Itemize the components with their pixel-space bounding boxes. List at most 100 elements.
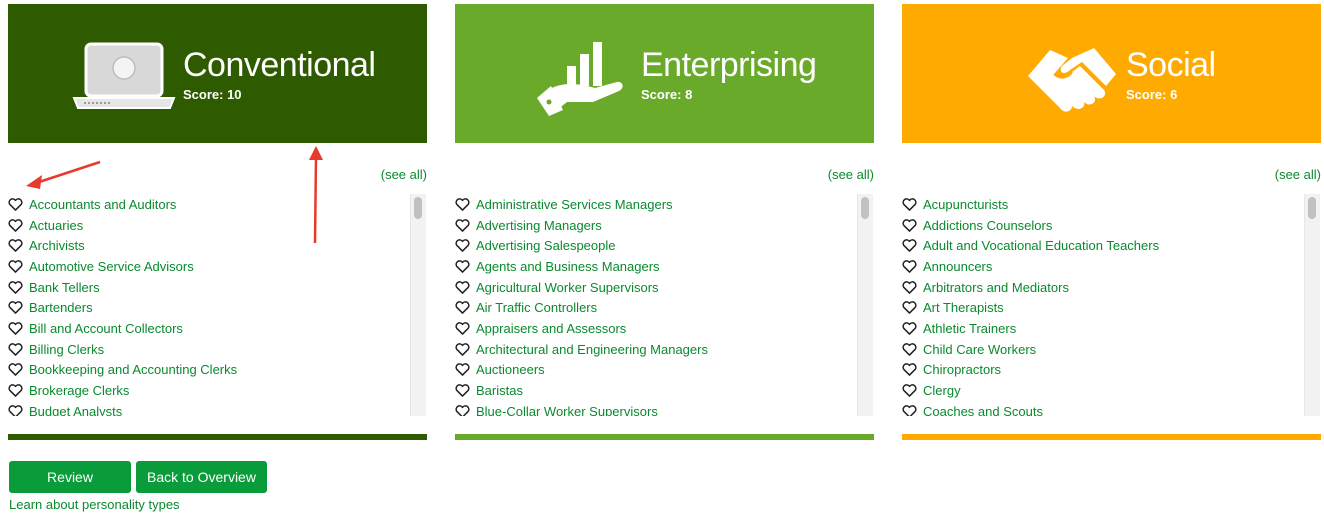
list-item[interactable]: Coaches and Scouts xyxy=(902,401,1321,416)
occupation-link[interactable]: Art Therapists xyxy=(923,300,1004,315)
heart-icon[interactable] xyxy=(455,301,470,315)
heart-icon[interactable] xyxy=(902,198,917,211)
heart-icon[interactable] xyxy=(902,363,917,377)
occupation-link[interactable]: Agents and Business Managers xyxy=(476,259,660,274)
occupation-link[interactable]: Chiropractors xyxy=(923,362,1001,377)
list-item[interactable]: Automotive Service Advisors xyxy=(8,256,427,277)
occupation-link[interactable]: Adult and Vocational Education Teachers xyxy=(923,238,1159,253)
list-item[interactable]: Budget Analysts xyxy=(8,401,427,416)
heart-icon[interactable] xyxy=(8,198,23,211)
heart-icon[interactable] xyxy=(455,280,470,294)
heart-icon[interactable] xyxy=(902,218,917,232)
list-item[interactable]: Actuaries xyxy=(8,215,427,236)
heart-icon[interactable] xyxy=(8,384,23,397)
heart-icon[interactable] xyxy=(8,301,23,315)
heart-icon[interactable] xyxy=(455,404,470,416)
heart-icon[interactable] xyxy=(455,363,470,377)
occupation-link[interactable]: Advertising Salespeople xyxy=(476,238,615,253)
list-item[interactable]: Acupuncturists xyxy=(902,194,1321,215)
heart-icon[interactable] xyxy=(8,280,23,294)
list-item[interactable]: Bill and Account Collectors xyxy=(8,318,427,339)
list-item[interactable]: Bookkeeping and Accounting Clerks xyxy=(8,360,427,381)
list-item[interactable]: Addictions Counselors xyxy=(902,215,1321,236)
heart-icon[interactable] xyxy=(902,239,917,253)
heart-icon[interactable] xyxy=(902,301,917,315)
occupation-link[interactable]: Announcers xyxy=(923,259,992,274)
occupation-link[interactable]: Administrative Services Managers xyxy=(476,197,673,212)
list-item[interactable]: Agricultural Worker Supervisors xyxy=(455,277,874,298)
heart-icon[interactable] xyxy=(8,363,23,377)
occupation-link[interactable]: Accountants and Auditors xyxy=(29,197,176,212)
heart-icon[interactable] xyxy=(902,322,917,335)
occupation-link[interactable]: Automotive Service Advisors xyxy=(29,259,194,274)
list-item[interactable]: Architectural and Engineering Managers xyxy=(455,339,874,360)
occupation-link[interactable]: Architectural and Engineering Managers xyxy=(476,342,708,357)
heart-icon[interactable] xyxy=(8,404,23,416)
list-item[interactable]: Chiropractors xyxy=(902,360,1321,381)
occupation-link[interactable]: Archivists xyxy=(29,238,85,253)
list-item[interactable]: Administrative Services Managers xyxy=(455,194,874,215)
occupation-link[interactable]: Air Traffic Controllers xyxy=(476,300,597,315)
see-all-link[interactable]: (see all) xyxy=(381,167,427,182)
heart-icon[interactable] xyxy=(8,322,23,335)
heart-icon[interactable] xyxy=(8,218,23,232)
heart-icon[interactable] xyxy=(455,322,470,335)
scrollbar-thumb[interactable] xyxy=(861,197,869,219)
heart-icon[interactable] xyxy=(455,198,470,211)
occupation-link[interactable]: Billing Clerks xyxy=(29,342,104,357)
heart-icon[interactable] xyxy=(8,260,23,273)
occupation-list[interactable]: Administrative Services Managers Adverti… xyxy=(455,194,874,416)
list-item[interactable]: Blue-Collar Worker Supervisors xyxy=(455,401,874,416)
occupation-link[interactable]: Addictions Counselors xyxy=(923,218,1052,233)
list-item[interactable]: Air Traffic Controllers xyxy=(455,297,874,318)
heart-icon[interactable] xyxy=(902,384,917,397)
heart-icon[interactable] xyxy=(902,342,917,356)
heart-icon[interactable] xyxy=(455,239,470,253)
occupation-list[interactable]: Accountants and Auditors Actuaries Archi… xyxy=(8,194,427,416)
occupation-link[interactable]: Acupuncturists xyxy=(923,197,1008,212)
heart-icon[interactable] xyxy=(8,239,23,253)
occupation-link[interactable]: Baristas xyxy=(476,383,523,398)
list-item[interactable]: Baristas xyxy=(455,380,874,401)
list-item[interactable]: Adult and Vocational Education Teachers xyxy=(902,235,1321,256)
list-scrollbar[interactable] xyxy=(1304,194,1320,416)
occupation-link[interactable]: Coaches and Scouts xyxy=(923,404,1043,416)
list-item[interactable]: Billing Clerks xyxy=(8,339,427,360)
list-item[interactable]: Advertising Salespeople xyxy=(455,235,874,256)
list-item[interactable]: Art Therapists xyxy=(902,297,1321,318)
list-item[interactable]: Brokerage Clerks xyxy=(8,380,427,401)
heart-icon[interactable] xyxy=(902,260,917,273)
list-item[interactable]: Advertising Managers xyxy=(455,215,874,236)
occupation-link[interactable]: Advertising Managers xyxy=(476,218,602,233)
list-item[interactable]: Arbitrators and Mediators xyxy=(902,277,1321,298)
occupation-link[interactable]: Bartenders xyxy=(29,300,93,315)
occupation-link[interactable]: Bank Tellers xyxy=(29,280,100,295)
list-item[interactable]: Bartenders xyxy=(8,297,427,318)
list-item[interactable]: Appraisers and Assessors xyxy=(455,318,874,339)
occupation-link[interactable]: Appraisers and Assessors xyxy=(476,321,626,336)
list-item[interactable]: Bank Tellers xyxy=(8,277,427,298)
heart-icon[interactable] xyxy=(8,342,23,356)
list-scrollbar[interactable] xyxy=(410,194,426,416)
occupation-link[interactable]: Child Care Workers xyxy=(923,342,1036,357)
occupation-link[interactable]: Athletic Trainers xyxy=(923,321,1016,336)
list-item[interactable]: Auctioneers xyxy=(455,360,874,381)
occupation-link[interactable]: Clergy xyxy=(923,383,961,398)
list-item[interactable]: Accountants and Auditors xyxy=(8,194,427,215)
occupation-link[interactable]: Blue-Collar Worker Supervisors xyxy=(476,404,658,416)
list-item[interactable]: Child Care Workers xyxy=(902,339,1321,360)
list-item[interactable]: Agents and Business Managers xyxy=(455,256,874,277)
list-item[interactable]: Athletic Trainers xyxy=(902,318,1321,339)
learn-personality-types-link[interactable]: Learn about personality types xyxy=(9,497,180,512)
heart-icon[interactable] xyxy=(902,280,917,294)
occupation-link[interactable]: Arbitrators and Mediators xyxy=(923,280,1069,295)
list-item[interactable]: Announcers xyxy=(902,256,1321,277)
occupation-link[interactable]: Auctioneers xyxy=(476,362,545,377)
list-item[interactable]: Clergy xyxy=(902,380,1321,401)
occupation-link[interactable]: Actuaries xyxy=(29,218,83,233)
heart-icon[interactable] xyxy=(455,342,470,356)
heart-icon[interactable] xyxy=(455,384,470,397)
occupation-link[interactable]: Agricultural Worker Supervisors xyxy=(476,280,659,295)
scrollbar-thumb[interactable] xyxy=(414,197,422,219)
occupation-link[interactable]: Bill and Account Collectors xyxy=(29,321,183,336)
